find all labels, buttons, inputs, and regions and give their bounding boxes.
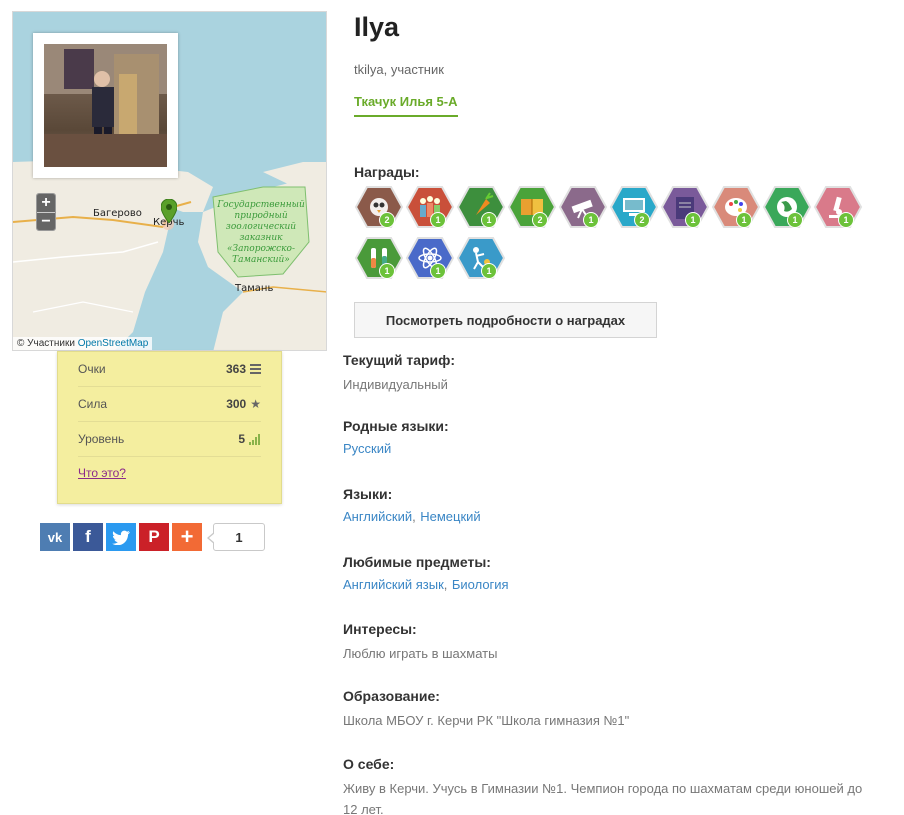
stat-points-value: 363 [225,362,246,376]
stat-level: Уровень 5 [78,422,261,457]
zoom-in-button[interactable]: + [37,194,55,212]
field-about: О себе: Живу в Керчи. Учусь в Гимназии №… [343,756,863,815]
award-count: 1 [685,212,701,228]
field-native-languages: Родные языки: Русский [343,418,449,458]
award-count: 2 [532,212,548,228]
award-count: 1 [430,212,446,228]
coins-icon [250,364,261,374]
award-count: 2 [379,212,395,228]
field-tariff: Текущий тариф: Индивидуальный [343,352,863,395]
interests-label: Интересы: [343,621,417,637]
native-languages-label: Родные языки: [343,418,449,434]
attribution-text: © Участники [17,338,75,349]
subjects-label: Любимые предметы: [343,554,491,570]
interests-value: Люблю играть в шахматы [343,646,498,661]
award-count: 1 [838,212,854,228]
award-badge[interactable]: 1 [711,185,762,231]
profile-map[interactable]: Багерово Керчь Тамань Государственный пр… [12,11,327,351]
award-count: 1 [736,212,752,228]
stat-points: Очки 363 [78,352,261,387]
award-count: 1 [379,263,395,279]
avatar-photo [44,44,167,167]
native-language-link[interactable]: Русский [343,441,391,456]
award-badge[interactable]: 1 [405,236,456,282]
star-icon: ★ [250,397,261,411]
award-count: 2 [634,212,650,228]
subject-link-biology[interactable]: Биология [452,577,509,592]
awards-title: Награды: [354,164,420,180]
share-facebook-button[interactable]: f [73,523,103,551]
award-details-button[interactable]: Посмотреть подробности о наградах [354,302,657,338]
profile-subtitle: tkilya, участник [354,62,444,77]
map-label-reserve: Государственный природный зоологический … [217,200,305,265]
map-attribution: © Участники OpenStreetMap [13,337,153,350]
award-badge[interactable]: 1 [762,185,813,231]
share-twitter-button[interactable] [106,523,136,551]
class-link[interactable]: Ткачук Илья 5-А [354,94,458,117]
field-subjects: Любимые предметы: Английский язык, Биоло… [343,554,509,594]
stat-power-value: 300 [226,397,247,411]
map-label-bagerovo: Багерово [93,208,142,219]
map-label-taman: Тамань [235,283,274,294]
tariff-value: Индивидуальный [343,377,448,392]
separator: , [443,577,448,592]
stat-power-label: Сила [78,397,108,411]
stat-points-label: Очки [78,362,106,376]
about-value: Живу в Керчи. Учусь в Гимназии №1. Чемпи… [343,781,863,815]
award-badge[interactable]: 1 [660,185,711,231]
avatar [33,33,178,178]
language-link-english[interactable]: Английский [343,509,412,524]
separator: , [412,509,416,524]
stats-panel: Очки 363 Сила 300 ★ Уровень 5 Что это? [57,351,282,504]
awards-badges: 2 1 1 2 1 2 1 1 1 1 1 1 1 [354,185,902,282]
share-bar: vk f P + 1 [40,523,265,551]
award-badge[interactable]: 1 [456,236,507,282]
subject-link-english[interactable]: Английский язык [343,577,444,592]
education-label: Образование: [343,688,440,704]
osm-link[interactable]: OpenStreetMap [78,338,149,349]
stat-level-value: 5 [238,432,245,446]
share-vk-button[interactable]: vk [40,523,70,551]
award-badge[interactable]: 1 [813,185,864,231]
award-badge[interactable]: 1 [558,185,609,231]
award-count: 1 [430,263,446,279]
award-count: 1 [481,263,497,279]
level-bars-icon [249,433,260,445]
stat-level-label: Уровень [78,432,125,446]
zoom-out-button[interactable]: − [37,212,55,230]
award-count: 1 [583,212,599,228]
field-languages: Языки: Английский, Немецкий [343,486,481,526]
stat-power: Сила 300 ★ [78,387,261,422]
award-count: 1 [787,212,803,228]
share-counter: 1 [207,523,265,551]
what-is-this-link[interactable]: Что это? [78,466,261,480]
award-badge[interactable]: 1 [354,236,405,282]
share-more-button[interactable]: + [172,523,202,551]
education-value: Школа МБОУ г. Керчи РК "Школа гимназия №… [343,713,630,728]
profile-name: Ilya [354,12,400,42]
language-link-german[interactable]: Немецкий [420,509,480,524]
tariff-label: Текущий тариф: [343,352,456,368]
languages-label: Языки: [343,486,393,502]
field-interests: Интересы: Люблю играть в шахматы [343,621,863,664]
award-badge[interactable]: 2 [609,185,660,231]
map-zoom-control: + − [36,193,56,231]
award-badge[interactable]: 1 [405,185,456,231]
field-education: Образование: Школа МБОУ г. Керчи РК "Шко… [343,688,863,731]
map-marker-icon[interactable] [161,199,177,223]
award-count: 1 [481,212,497,228]
twitter-bird-icon [112,530,130,545]
award-badge[interactable]: 1 [456,185,507,231]
share-pinterest-button[interactable]: P [139,523,169,551]
award-badge[interactable]: 2 [507,185,558,231]
award-badge[interactable]: 2 [354,185,405,231]
about-label: О себе: [343,756,395,772]
